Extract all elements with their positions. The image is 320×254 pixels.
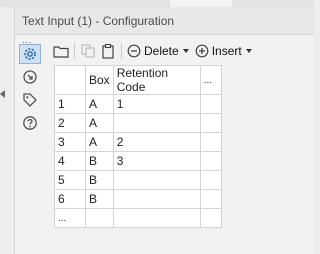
table-row: 5 B [54, 170, 222, 190]
cell-empty[interactable] [199, 113, 222, 133]
cell-box[interactable]: B [85, 151, 114, 171]
row-number[interactable]: 5 [54, 170, 86, 190]
row-number[interactable]: 3 [54, 132, 86, 152]
cell-empty[interactable] [199, 208, 222, 228]
cell-empty[interactable] [112, 208, 201, 228]
help-icon[interactable] [19, 113, 41, 133]
cell-empty[interactable] [199, 94, 222, 114]
grid-toolbar: Delete Insert [51, 40, 256, 62]
row-number[interactable]: 4 [54, 151, 86, 171]
delete-button[interactable]: Delete [125, 41, 193, 61]
cell-retention-code[interactable] [112, 170, 201, 190]
minus-circle-icon [127, 44, 141, 58]
tag-icon[interactable] [19, 90, 41, 110]
cell-empty[interactable] [199, 151, 222, 171]
collapse-arrow-icon[interactable] [0, 90, 5, 98]
settings-icon[interactable] [19, 44, 41, 64]
copy-icon [81, 44, 95, 58]
configuration-panel: Text Input (1) - Configuration ... Delet… [14, 7, 314, 254]
table-row: 4 B 3 [54, 151, 222, 171]
cell-box[interactable]: A [85, 94, 114, 114]
cell-retention-code[interactable] [112, 189, 201, 209]
toolbar-separator [74, 43, 75, 59]
tab-strip-highlight [170, 0, 232, 7]
copy-button[interactable] [78, 41, 98, 61]
cell-retention-code[interactable]: 1 [112, 94, 201, 114]
window-title: Text Input (1) - Configuration [22, 14, 175, 28]
chevron-down-icon [245, 49, 252, 53]
title-bar: Text Input (1) - Configuration [15, 7, 314, 35]
cell-box[interactable]: B [85, 170, 114, 190]
chevron-down-icon [182, 49, 189, 53]
plus-circle-icon [195, 44, 209, 58]
folder-icon [53, 46, 69, 58]
output-anchor-icon[interactable] [19, 67, 41, 87]
row-number[interactable]: 1 [54, 94, 86, 114]
toolbar-separator [121, 43, 122, 59]
cell-empty[interactable] [199, 132, 222, 152]
cell-empty[interactable] [199, 189, 222, 209]
table-row: 6 B [54, 189, 222, 209]
table-row: 2 A [54, 113, 222, 133]
row-number[interactable]: 6 [54, 189, 86, 209]
cell-retention-code[interactable]: 3 [112, 151, 201, 171]
row-number-header [54, 65, 86, 95]
column-header-retention-code[interactable]: Retention Code [112, 65, 201, 95]
insert-label: Insert [211, 44, 242, 58]
cell-retention-code[interactable] [112, 113, 201, 133]
row-number[interactable]: 2 [54, 113, 86, 133]
table-row: 3 A 2 [54, 132, 222, 152]
cell-box[interactable]: B [85, 189, 114, 209]
table-row: 1 A 1 [54, 94, 222, 114]
cell-empty[interactable] [85, 208, 114, 228]
cell-box[interactable]: A [85, 113, 114, 133]
column-header-box[interactable]: Box [85, 65, 114, 95]
new-row-marker[interactable]: ... [54, 208, 86, 228]
insert-button[interactable]: Insert [193, 41, 256, 61]
add-column-header[interactable]: ... [199, 65, 222, 95]
paste-button[interactable] [98, 41, 118, 61]
new-row: ... [54, 208, 222, 228]
top-tab-strip [0, 0, 313, 7]
data-grid: Box Retention Code ... 1 A 1 2 A 3 A 2 4… [54, 65, 222, 228]
delete-label: Delete [144, 44, 179, 58]
cell-retention-code[interactable]: 2 [112, 132, 201, 152]
cell-empty[interactable] [199, 170, 222, 190]
clipboard-icon [102, 43, 114, 59]
header-row: Box Retention Code ... [54, 65, 222, 95]
open-folder-button[interactable] [51, 41, 71, 61]
cell-box[interactable]: A [85, 132, 114, 152]
